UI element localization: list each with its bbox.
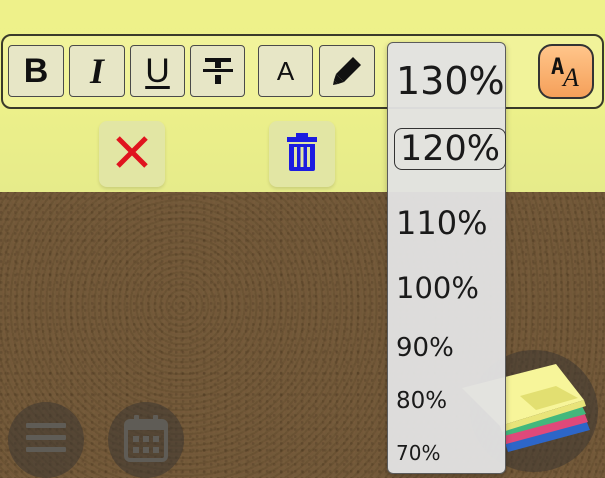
delete-button[interactable]: [269, 121, 335, 187]
font-size-icon-a-italic: A: [563, 62, 579, 92]
strikethrough-button[interactable]: [190, 45, 245, 97]
font-size-option-90[interactable]: 90%: [396, 333, 454, 363]
calendar-icon: [124, 414, 168, 466]
close-button[interactable]: [99, 121, 165, 187]
italic-label: I: [89, 51, 104, 91]
underline-label: U: [145, 51, 170, 90]
text-color-button[interactable]: A: [258, 45, 313, 97]
strikethrough-icon: [201, 54, 235, 88]
trash-icon: [285, 132, 319, 176]
calendar-button[interactable]: [108, 402, 184, 478]
font-size-option-130[interactable]: 130%: [396, 59, 505, 103]
text-color-label: A: [276, 55, 295, 86]
bold-label: B: [23, 51, 49, 90]
highlight-button[interactable]: [319, 45, 375, 97]
bold-button[interactable]: B: [8, 45, 64, 97]
font-size-option-120[interactable]: 120%: [394, 128, 507, 170]
font-size-option-70[interactable]: 70%: [396, 441, 440, 465]
underline-button[interactable]: U: [130, 45, 185, 97]
menu-button[interactable]: [8, 402, 84, 478]
menu-icon: [26, 421, 66, 459]
font-size-option-110[interactable]: 110%: [396, 204, 487, 242]
close-icon: [114, 134, 150, 174]
font-size-icon: A A: [549, 55, 583, 92]
italic-button[interactable]: I: [69, 45, 125, 97]
font-size-option-100[interactable]: 100%: [396, 271, 479, 305]
font-size-button[interactable]: A A: [538, 44, 594, 99]
font-size-option-80[interactable]: 80%: [396, 388, 447, 414]
pen-icon: [329, 53, 365, 89]
font-size-dropdown: 130% 120% 110% 100% 90% 80% 70%: [387, 42, 507, 474]
